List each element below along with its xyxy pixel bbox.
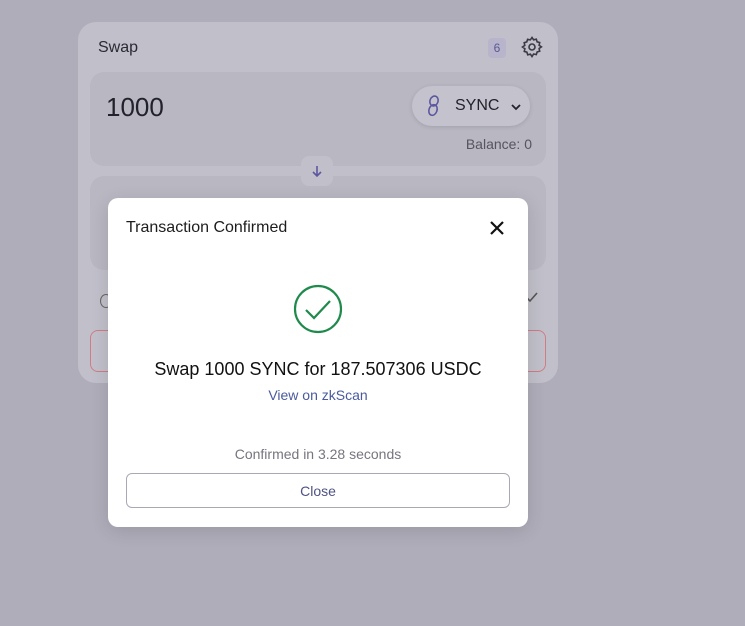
- arrow-down-icon: [312, 166, 322, 178]
- settings-icon[interactable]: [520, 35, 544, 59]
- close-button[interactable]: Close: [126, 473, 510, 508]
- amount-input[interactable]: [106, 92, 306, 123]
- balance-label: Balance: 0: [465, 136, 532, 152]
- token-select-button[interactable]: SYNC: [412, 86, 530, 126]
- view-on-explorer-link[interactable]: View on zkScan: [108, 387, 528, 403]
- swap-title: Swap: [98, 39, 139, 56]
- flip-direction-button[interactable]: [301, 156, 333, 186]
- check-circle-icon: [293, 284, 343, 334]
- transaction-confirmed-modal: Transaction Confirmed Swap 1000 SYNC for…: [108, 198, 528, 527]
- confirmation-time: Confirmed in 3.28 seconds: [234, 446, 402, 462]
- close-icon[interactable]: [488, 219, 506, 237]
- input-panel: SYNC Balance: 0: [90, 72, 546, 166]
- sync-token-icon: [424, 95, 444, 117]
- nonce-badge: 6: [488, 38, 506, 58]
- swap-summary: Swap 1000 SYNC for 187.507306 USDC: [154, 359, 482, 379]
- modal-title: Transaction Confirmed: [126, 219, 288, 236]
- chevron-down-icon: [510, 100, 522, 112]
- token-name: SYNC: [455, 97, 500, 114]
